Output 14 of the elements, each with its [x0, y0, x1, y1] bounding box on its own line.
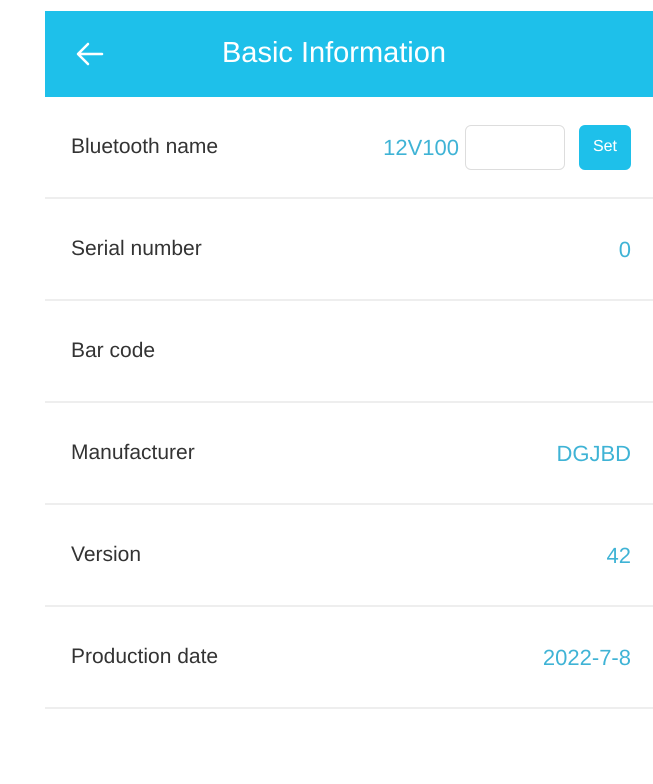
row-value: 2022-7-8 [542, 644, 631, 672]
row-label: Bluetooth name [71, 134, 220, 160]
row-label: Version [71, 542, 142, 568]
row-value: 42 [606, 542, 631, 570]
row-label: Manufacturer [71, 440, 196, 466]
row-value: DGJBD [556, 440, 631, 468]
row-label: Bar code [71, 338, 156, 364]
row-value: 0 [618, 236, 631, 264]
row-label: Serial number [71, 236, 203, 262]
set-button[interactable]: Set [578, 124, 631, 170]
name-input-field[interactable] [464, 124, 565, 170]
row-label: Production date [71, 644, 220, 670]
row-value: 12V100 [383, 134, 459, 162]
page-title: Basic Information [222, 36, 446, 72]
